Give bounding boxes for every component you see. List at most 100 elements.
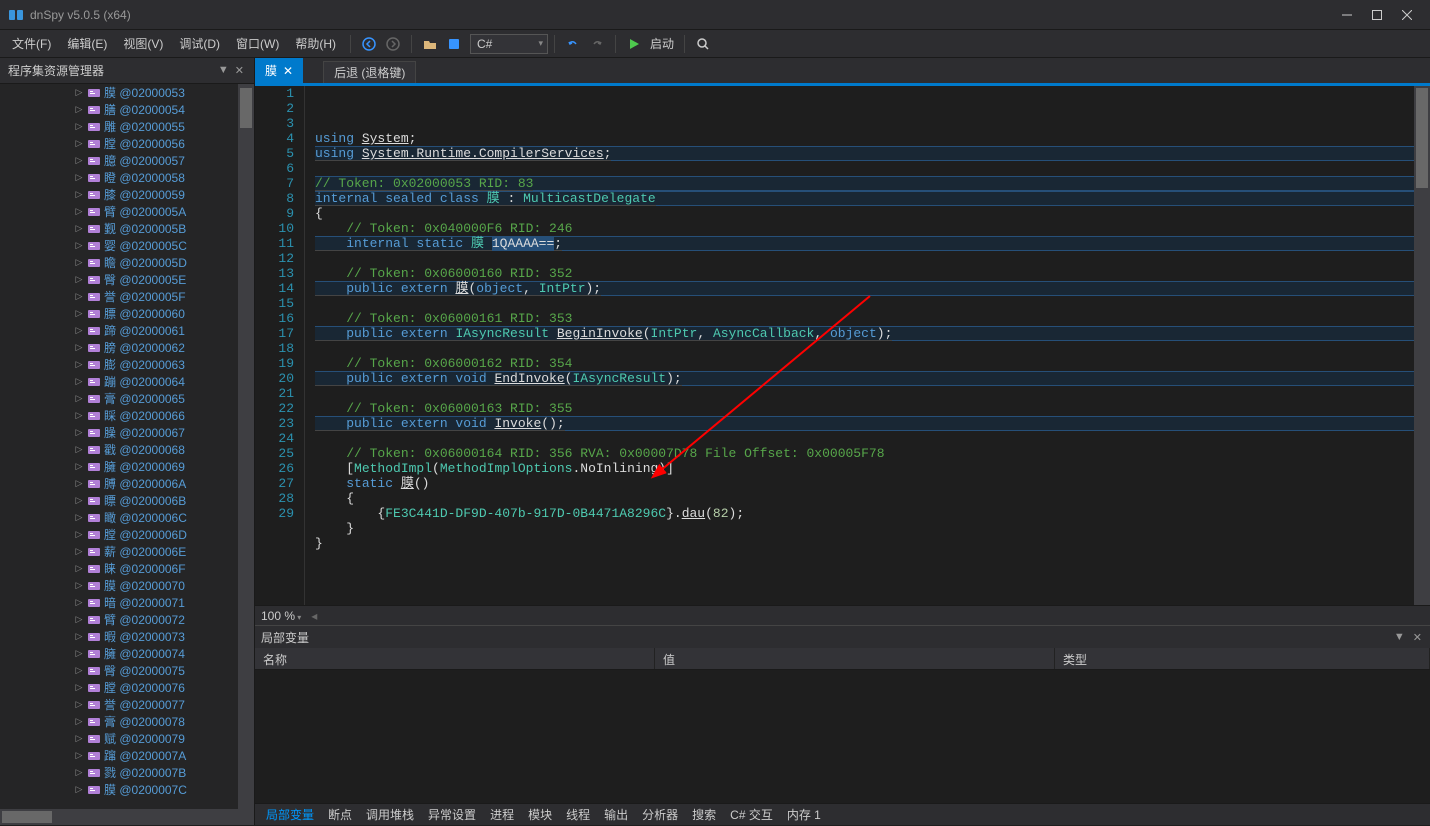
tree-item[interactable]: ▷戳 @02000068 <box>74 441 254 458</box>
tree-item[interactable]: ▷蹿 @0200007A <box>74 747 254 764</box>
panel-close-button[interactable]: ✕ <box>233 64 246 77</box>
tree-expander-icon[interactable]: ▷ <box>74 563 84 574</box>
tree-item[interactable]: ▷膛 @02000056 <box>74 135 254 152</box>
tree-expander-icon[interactable]: ▷ <box>74 427 84 438</box>
col-name[interactable]: 名称 <box>255 648 655 669</box>
tab-close-button[interactable]: ✕ <box>283 64 293 78</box>
code-line[interactable] <box>315 161 1414 176</box>
tree-item[interactable]: ▷臊 @02000067 <box>74 424 254 441</box>
locals-panel-dropdown[interactable]: ▼ <box>1392 631 1407 644</box>
tree-expander-icon[interactable]: ▷ <box>74 461 84 472</box>
code-editor[interactable]: 1234567891011121314151617181920212223242… <box>255 84 1430 605</box>
bottom-tab[interactable]: 内存 1 <box>780 803 828 826</box>
window-close-button[interactable] <box>1392 2 1422 27</box>
code-line[interactable] <box>315 341 1414 356</box>
code-line[interactable]: } <box>315 521 1414 536</box>
tree-item[interactable]: ▷蹄 @02000061 <box>74 322 254 339</box>
tree-expander-icon[interactable]: ▷ <box>74 223 84 234</box>
bottom-tab[interactable]: C# 交互 <box>723 803 780 826</box>
menu-debug[interactable]: 调试(D) <box>171 31 228 56</box>
tree-item[interactable]: ▷臆 @02000057 <box>74 152 254 169</box>
tree-expander-icon[interactable]: ▷ <box>74 716 84 727</box>
bottom-tab[interactable]: 搜索 <box>685 803 723 826</box>
bottom-tab[interactable]: 进程 <box>483 803 521 826</box>
tree-item[interactable]: ▷膏 @02000065 <box>74 390 254 407</box>
code-line[interactable] <box>315 386 1414 401</box>
tree-expander-icon[interactable]: ▷ <box>74 189 84 200</box>
locals-panel-close[interactable]: ✕ <box>1411 631 1424 644</box>
tree-expander-icon[interactable]: ▷ <box>74 750 84 761</box>
tree-item[interactable]: ▷婴 @0200005C <box>74 237 254 254</box>
code-line[interactable]: internal sealed class 膜 : MulticastDeleg… <box>315 191 1414 206</box>
redo-button[interactable] <box>586 33 608 55</box>
zoom-level[interactable]: 100 % <box>261 609 301 623</box>
tree-item[interactable]: ▷臂 @02000072 <box>74 611 254 628</box>
tree-item[interactable]: ▷膛 @0200006D <box>74 526 254 543</box>
panel-dropdown-button[interactable]: ▼ <box>216 64 231 77</box>
start-debug-label[interactable]: 启动 <box>650 35 674 52</box>
code-line[interactable]: { <box>315 491 1414 506</box>
bottom-tab[interactable]: 线程 <box>559 803 597 826</box>
code-line[interactable]: internal static 膜 1QAAAA==; <box>315 236 1414 251</box>
tree-item[interactable]: ▷睬 @02000066 <box>74 407 254 424</box>
code-line[interactable]: { <box>315 206 1414 221</box>
tree-expander-icon[interactable]: ▷ <box>74 138 84 149</box>
tree-expander-icon[interactable]: ▷ <box>74 682 84 693</box>
tree-item[interactable]: ▷瞪 @02000058 <box>74 169 254 186</box>
bottom-tab[interactable]: 分析器 <box>635 803 685 826</box>
code-line[interactable]: // Token: 0x02000053 RID: 83 <box>315 176 1414 191</box>
editor-tab-active[interactable]: 膜 ✕ <box>255 58 303 83</box>
tree-expander-icon[interactable]: ▷ <box>74 784 84 795</box>
tree-item[interactable]: ▷暇 @02000073 <box>74 628 254 645</box>
col-type[interactable]: 类型 <box>1055 648 1430 669</box>
tree-expander-icon[interactable]: ▷ <box>74 393 84 404</box>
tree-item[interactable]: ▷膛 @02000076 <box>74 679 254 696</box>
tree-item[interactable]: ▷赋 @02000079 <box>74 730 254 747</box>
tree-item[interactable]: ▷臀 @0200005E <box>74 271 254 288</box>
bottom-tab[interactable]: 断点 <box>321 803 359 826</box>
tree-item[interactable]: ▷膜 @0200007C <box>74 781 254 798</box>
bottom-tab[interactable]: 模块 <box>521 803 559 826</box>
tree-item[interactable]: ▷膜 @02000070 <box>74 577 254 594</box>
language-selector[interactable]: C# <box>470 34 548 54</box>
tree-item[interactable]: ▷膨 @02000063 <box>74 356 254 373</box>
code-line[interactable]: // Token: 0x06000160 RID: 352 <box>315 266 1414 281</box>
undo-button[interactable] <box>562 33 584 55</box>
tree-item[interactable]: ▷暗 @02000071 <box>74 594 254 611</box>
tree-item[interactable]: ▷戮 @0200007B <box>74 764 254 781</box>
tree-expander-icon[interactable]: ▷ <box>74 308 84 319</box>
menu-help[interactable]: 帮助(H) <box>287 31 344 56</box>
tree-expander-icon[interactable]: ▷ <box>74 342 84 353</box>
window-minimize-button[interactable] <box>1332 2 1362 27</box>
menu-edit[interactable]: 编辑(E) <box>59 31 115 56</box>
tree-expander-icon[interactable]: ▷ <box>74 597 84 608</box>
nav-back-button[interactable] <box>358 33 380 55</box>
tree-expander-icon[interactable]: ▷ <box>74 512 84 523</box>
tree-expander-icon[interactable]: ▷ <box>74 631 84 642</box>
window-maximize-button[interactable] <box>1362 2 1392 27</box>
tree-expander-icon[interactable]: ▷ <box>74 495 84 506</box>
code-line[interactable]: // Token: 0x06000163 RID: 355 <box>315 401 1414 416</box>
tree-item[interactable]: ▷誉 @0200005F <box>74 288 254 305</box>
tree-item[interactable]: ▷膀 @02000062 <box>74 339 254 356</box>
code-line[interactable] <box>315 431 1414 446</box>
tree-expander-icon[interactable]: ▷ <box>74 325 84 336</box>
code-line[interactable] <box>315 551 1414 566</box>
code-line[interactable]: static 膜() <box>315 476 1414 491</box>
tree-expander-icon[interactable]: ▷ <box>74 104 84 115</box>
tree-item[interactable]: ▷蹦 @02000064 <box>74 373 254 390</box>
open-button[interactable] <box>419 33 441 55</box>
menu-window[interactable]: 窗口(W) <box>228 31 287 56</box>
tree-expander-icon[interactable]: ▷ <box>74 172 84 183</box>
code-line[interactable] <box>315 296 1414 311</box>
bottom-tab[interactable]: 局部变量 <box>259 803 321 826</box>
tree-expander-icon[interactable]: ▷ <box>74 767 84 778</box>
tree-expander-icon[interactable]: ▷ <box>74 121 84 132</box>
tree-item[interactable]: ▷瞻 @0200005D <box>74 254 254 271</box>
bottom-tab[interactable]: 异常设置 <box>421 803 483 826</box>
tree-expander-icon[interactable]: ▷ <box>74 648 84 659</box>
tree-expander-icon[interactable]: ▷ <box>74 580 84 591</box>
tree-item[interactable]: ▷臀 @02000075 <box>74 662 254 679</box>
tree-item[interactable]: ▷膊 @0200006A <box>74 475 254 492</box>
tree-expander-icon[interactable]: ▷ <box>74 410 84 421</box>
